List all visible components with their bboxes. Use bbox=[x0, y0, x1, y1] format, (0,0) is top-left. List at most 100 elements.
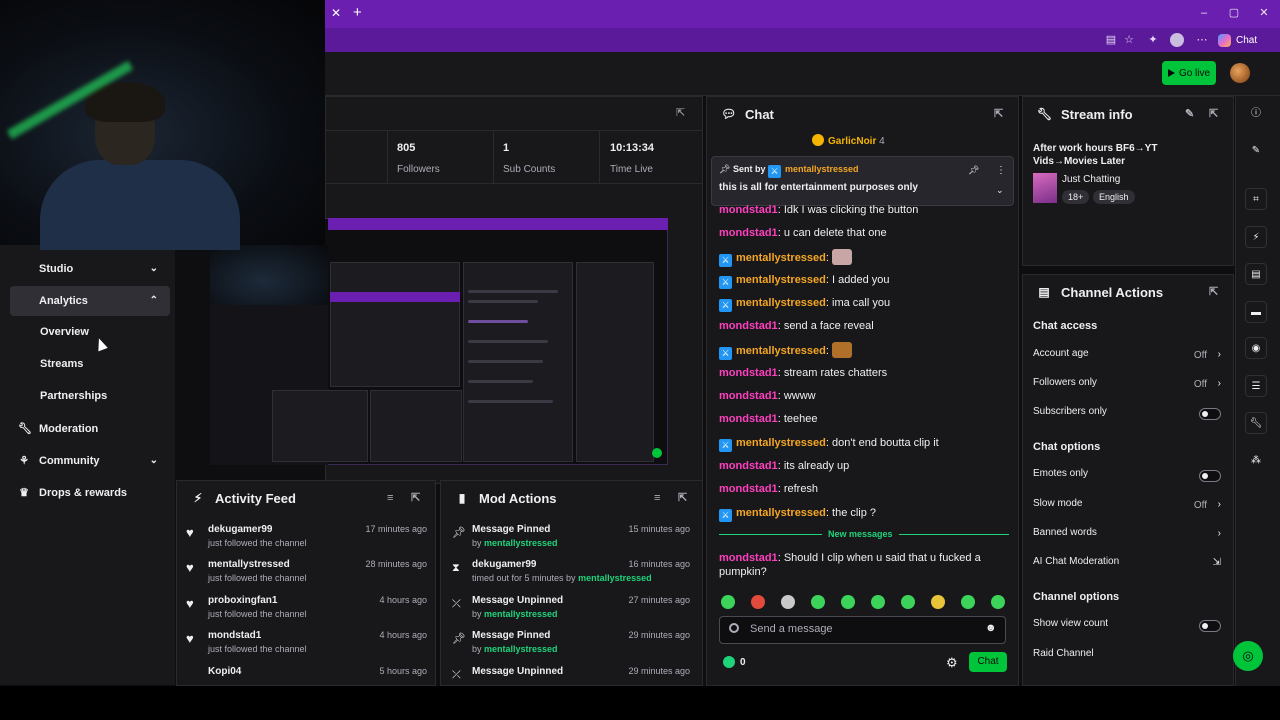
emote-quick-icon[interactable] bbox=[901, 595, 915, 609]
info-icon[interactable]: ⓘ bbox=[1245, 103, 1267, 125]
clip-icon[interactable]: ⌗ bbox=[1245, 188, 1267, 210]
category-boxart[interactable] bbox=[1033, 173, 1057, 203]
chat-username[interactable]: mentallystressed bbox=[736, 297, 826, 309]
emote-quick-icon[interactable] bbox=[751, 595, 765, 609]
chat-username[interactable]: mentallystressed bbox=[736, 345, 826, 357]
chevron-down-icon[interactable]: ⌄ bbox=[996, 185, 1004, 196]
account-age-row[interactable]: Account age Off › bbox=[1033, 348, 1223, 366]
bits-icon[interactable] bbox=[729, 623, 739, 633]
ai-chat-moderation-row[interactable]: AI Chat Moderation ⇲ bbox=[1033, 556, 1223, 574]
chat-username[interactable]: mondstad1 bbox=[719, 227, 778, 239]
filter-icon[interactable]: ≡ bbox=[654, 492, 666, 504]
chat-username[interactable]: mentallystressed bbox=[736, 437, 826, 449]
stream-category[interactable]: Just Chatting bbox=[1062, 174, 1120, 185]
chat-username[interactable]: mentallystressed bbox=[736, 274, 826, 286]
chat-username[interactable]: mondstad1 bbox=[719, 460, 778, 472]
activity-username[interactable]: proboxingfan1 bbox=[208, 595, 277, 606]
popout-icon[interactable]: ⇱ bbox=[676, 106, 688, 119]
tag-chip[interactable]: 18+ bbox=[1062, 190, 1090, 204]
popout-icon[interactable]: ⇱ bbox=[411, 492, 423, 504]
user-avatar[interactable] bbox=[1230, 63, 1250, 83]
layout-icon[interactable]: ☰ bbox=[1245, 375, 1267, 397]
channel-points-icon[interactable] bbox=[723, 656, 735, 668]
mod-action-moderator[interactable]: mentallystressed bbox=[484, 609, 558, 619]
raid-channel-row[interactable]: Raid Channel bbox=[1033, 648, 1223, 666]
browser-address-bar[interactable] bbox=[325, 28, 1280, 52]
pin-action-icon[interactable]: 📌︎ bbox=[968, 165, 979, 176]
sidebar-item-moderation[interactable]: 🔧︎ Moderation bbox=[10, 414, 170, 444]
emote-quick-icon[interactable] bbox=[781, 595, 795, 609]
more-vertical-icon[interactable]: ⋮ bbox=[996, 165, 1006, 176]
chat-username[interactable]: mondstad1 bbox=[719, 390, 778, 402]
sidebar-sub-streams[interactable]: Streams bbox=[40, 358, 83, 380]
sidebar-item-studio[interactable]: Studio ⌄ bbox=[10, 254, 170, 284]
collections-icon[interactable]: ✦ bbox=[1146, 33, 1160, 47]
window-maximize-button[interactable]: ▢ bbox=[1226, 6, 1242, 20]
emote-image[interactable] bbox=[832, 249, 853, 265]
popout-icon[interactable]: ⇱ bbox=[994, 108, 1006, 120]
tab-close-icon[interactable]: ✕ bbox=[330, 6, 342, 20]
subscribers-only-toggle[interactable] bbox=[1199, 408, 1221, 420]
emote-quick-icon[interactable] bbox=[931, 595, 945, 609]
activity-username[interactable]: dekugamer99 bbox=[208, 524, 272, 535]
sidebar-sub-overview[interactable]: Overview bbox=[40, 326, 89, 348]
more-options-icon[interactable]: ⋯ bbox=[1195, 33, 1209, 47]
activity-username[interactable]: Kopi04 bbox=[208, 666, 241, 677]
browser-profile-avatar[interactable] bbox=[1170, 33, 1184, 47]
popout-icon[interactable]: ⇱ bbox=[1209, 108, 1221, 120]
slow-mode-row[interactable]: Slow mode Off › bbox=[1033, 498, 1223, 516]
top-gifter[interactable]: GarlicNoir 4 bbox=[812, 134, 885, 147]
chat-username[interactable]: mentallystressed bbox=[736, 507, 826, 519]
emote-quick-icon[interactable] bbox=[811, 595, 825, 609]
broadcast-icon[interactable]: ◉ bbox=[1245, 337, 1267, 359]
emote-image[interactable] bbox=[832, 342, 853, 358]
help-headset-icon[interactable]: ◎ bbox=[1233, 641, 1263, 671]
sidebar-item-analytics[interactable]: Analytics ⌃ bbox=[10, 286, 170, 316]
followers-only-row[interactable]: Followers only Off › bbox=[1033, 377, 1223, 395]
emote-quick-icon[interactable] bbox=[961, 595, 975, 609]
sidebar-item-drops-rewards[interactable]: ♛ Drops & rewards bbox=[10, 478, 170, 508]
emote-picker-icon[interactable]: ☻ bbox=[985, 622, 997, 634]
window-minimize-button[interactable]: – bbox=[1196, 6, 1212, 20]
chat-send-button[interactable]: Chat bbox=[969, 652, 1007, 672]
pinned-sender[interactable]: mentallystressed bbox=[785, 164, 859, 174]
tag-chip[interactable]: English bbox=[1093, 190, 1135, 204]
activity-username[interactable]: mentallystressed bbox=[208, 559, 290, 570]
sidebar-sub-partnerships[interactable]: Partnerships bbox=[40, 390, 107, 412]
mod-action-moderator[interactable]: mentallystressed bbox=[484, 538, 558, 548]
emote-quick-icon[interactable] bbox=[991, 595, 1005, 609]
activity-username[interactable]: mondstad1 bbox=[208, 630, 261, 641]
chat-username[interactable]: mondstad1 bbox=[719, 413, 778, 425]
chat-username[interactable]: mondstad1 bbox=[719, 552, 778, 564]
filter-icon[interactable]: ≡ bbox=[387, 492, 399, 504]
new-tab-button[interactable]: + bbox=[353, 5, 367, 21]
chat-username[interactable]: mentallystressed bbox=[736, 252, 826, 264]
emote-quick-icon[interactable] bbox=[871, 595, 885, 609]
document-icon[interactable]: ▤ bbox=[1245, 263, 1267, 285]
emote-quick-icon[interactable] bbox=[721, 595, 735, 609]
mod-action-moderator[interactable]: mentallystressed bbox=[578, 573, 652, 583]
chat-settings-gear-icon[interactable]: ⚙︎ bbox=[946, 655, 958, 671]
extensions-icon[interactable]: ⁂ bbox=[1245, 450, 1267, 472]
window-close-button[interactable]: ✕ bbox=[1256, 6, 1272, 20]
edit-pencil-icon[interactable]: ✎ bbox=[1245, 140, 1267, 162]
chat-username[interactable]: mondstad1 bbox=[719, 367, 778, 379]
popout-icon[interactable]: ⇱ bbox=[1209, 286, 1221, 298]
reader-view-icon[interactable]: ▤ bbox=[1104, 33, 1118, 47]
mod-action-moderator[interactable]: mentallystressed bbox=[484, 644, 558, 654]
chat-username[interactable]: mondstad1 bbox=[719, 483, 778, 495]
emotes-only-toggle[interactable] bbox=[1199, 470, 1221, 482]
popout-icon[interactable]: ⇱ bbox=[678, 492, 690, 504]
emote-quick-icon[interactable] bbox=[841, 595, 855, 609]
copilot-chat-button[interactable]: Chat bbox=[1218, 33, 1257, 47]
show-view-count-toggle[interactable] bbox=[1199, 620, 1221, 632]
go-live-button[interactable]: Go live bbox=[1162, 61, 1216, 85]
favorite-star-icon[interactable]: ☆ bbox=[1122, 33, 1136, 47]
chat-username[interactable]: mondstad1 bbox=[719, 204, 778, 216]
edit-pencil-icon[interactable]: ✎ bbox=[1185, 108, 1197, 120]
chat-bubble-icon[interactable]: ▬ bbox=[1245, 301, 1267, 323]
banned-words-row[interactable]: Banned words › bbox=[1033, 527, 1223, 545]
chat-username[interactable]: mondstad1 bbox=[719, 320, 778, 332]
sidebar-item-community[interactable]: ⚘ Community ⌄ bbox=[10, 446, 170, 476]
wrench-icon[interactable]: 🔧︎ bbox=[1245, 412, 1267, 434]
